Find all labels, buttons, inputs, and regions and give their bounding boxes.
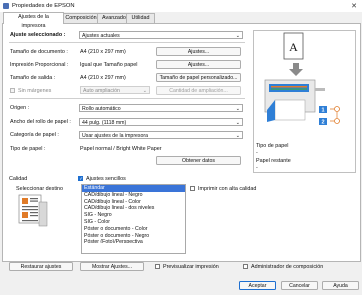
tab-strip: Ajustes de la impresora Composición Avan… <box>3 12 203 29</box>
tab-printer-settings[interactable]: Ajustes de la impresora <box>3 12 64 29</box>
paper-category-label: Categoría de papel : <box>10 132 59 138</box>
paper-category-value: Usar ajustes de la impresora <box>82 133 149 139</box>
list-item[interactable]: Estándar <box>82 185 185 192</box>
layout-manager-checkbox[interactable] <box>243 264 248 269</box>
tab-label: Ajustes de la impresora <box>18 14 49 29</box>
ok-button[interactable]: Aceptar <box>239 281 276 290</box>
document-letter: A <box>289 40 298 54</box>
paper-remaining-dash: - <box>256 165 258 171</box>
chevron-down-icon: ⌄ <box>235 106 240 112</box>
high-quality-checkbox[interactable] <box>190 186 195 191</box>
get-info-button[interactable]: Obtener datos <box>156 156 241 165</box>
list-item[interactable]: SIG - Negro <box>82 212 185 219</box>
paper-source-badge-2: 2 <box>319 118 327 126</box>
list-item[interactable]: CAD/dibujo lineal - dos niveles <box>82 205 185 212</box>
source-select[interactable]: Rollo automático ⌄ <box>79 104 243 112</box>
paper-source-badge-1: 1 <box>319 106 327 114</box>
proportional-value: Igual que Tamaño papel <box>80 62 138 68</box>
roll-width-value: 44 pulg. (1118 mm) <box>82 120 127 126</box>
borderless-value: Auto ampliación <box>83 88 120 94</box>
roll-status-icon <box>334 106 340 112</box>
chevron-down-icon: ⌄ <box>235 120 240 126</box>
list-item[interactable]: Póster (Foto)/Perspectiva <box>82 239 185 243</box>
enlargement-amount-button[interactable]: Cantidad de ampliación... <box>156 86 241 95</box>
quality-group-label: Calidad <box>9 176 28 182</box>
preview-graphics: A 1 2 <box>264 32 340 126</box>
arrow-down-icon <box>289 63 303 76</box>
chevron-down-icon: ⌄ <box>235 133 240 139</box>
restore-defaults-button[interactable]: Restaurar ajustes <box>9 262 73 271</box>
list-item[interactable]: CAD/dibujo lineal - Color <box>82 199 185 206</box>
borderless-checkbox[interactable] <box>10 88 15 93</box>
list-item[interactable]: Póster o documento - Color <box>82 226 185 233</box>
title-bar: Propiedades de EPSON ✕ <box>0 0 362 12</box>
tab-layout[interactable]: Composición <box>60 13 102 23</box>
borderless-label: Sin márgenes <box>18 88 52 94</box>
paper-type-value: Papel normal / Bright White Paper <box>80 146 162 152</box>
list-item[interactable]: Póster o documento - Negro <box>82 233 185 240</box>
simple-settings-label: Ajustes sencillos <box>86 176 126 182</box>
tab-utility[interactable]: Utilidad <box>126 13 155 23</box>
roll-width-label: Ancho del rollo de papel : <box>10 119 71 125</box>
source-value: Rollo automático <box>82 106 121 112</box>
high-quality-label: Imprimir con alta calidad <box>198 186 257 192</box>
proportional-settings-button[interactable]: Ajustes... <box>156 60 241 69</box>
paper-remaining-caption: Papel restante <box>256 158 291 164</box>
list-item[interactable]: CAD/dibujo lineal - Negro <box>82 192 185 199</box>
badge-1-text: 1 <box>321 108 324 114</box>
list-item[interactable]: SIG - Color <box>82 219 185 226</box>
select-destination-label: Seleccionar destino <box>16 186 64 192</box>
doc-size-value: A4 (210 x 297 mm) <box>80 49 126 55</box>
divider <box>9 42 245 43</box>
print-preview-checkbox[interactable] <box>155 264 160 269</box>
paper-category-select[interactable]: Usar ajustes de la impresora ⌄ <box>79 131 243 139</box>
output-size-value: A4 (210 x 297 mm) <box>80 75 126 81</box>
divider <box>9 98 245 99</box>
borderless-select[interactable]: Auto ampliación ⌄ <box>80 86 150 94</box>
chevron-down-icon: ⌄ <box>235 33 240 39</box>
preset-select[interactable]: Ajustes actuales ⌄ <box>79 31 243 39</box>
close-icon[interactable]: ✕ <box>351 2 357 10</box>
cut-status-icon <box>334 118 340 124</box>
proportional-label: Impresión Proporcional : <box>10 62 69 68</box>
tab-label: Composición <box>65 15 97 21</box>
paper-type-caption: Tipo de papel <box>256 143 289 149</box>
printer-icon <box>264 79 325 122</box>
preset-label: Ajuste seleccionado : <box>10 32 66 38</box>
doc-size-label: Tamaño de documento : <box>10 49 68 55</box>
source-label: Origen : <box>10 105 30 111</box>
preset-value: Ajustes actuales <box>82 33 120 39</box>
output-size-label: Tamaño de salida : <box>10 75 56 81</box>
doc-size-settings-button[interactable]: Ajustes... <box>156 47 241 56</box>
document-thumbnail-icon <box>18 194 48 227</box>
paper-type-dash: - <box>256 150 258 156</box>
print-preview-label: Previsualizar impresión <box>163 264 219 270</box>
tab-label: Avanzado <box>102 15 126 21</box>
cancel-button[interactable]: Cancelar <box>281 281 318 290</box>
badge-2-text: 2 <box>321 120 324 126</box>
status-connector <box>330 108 338 122</box>
roll-width-select[interactable]: 44 pulg. (1118 mm) ⌄ <box>79 118 243 126</box>
layout-manager-label: Administrador de composición <box>251 264 324 270</box>
window-title: Propiedades de EPSON <box>12 2 75 9</box>
help-button[interactable]: Ayuda <box>322 281 359 290</box>
simple-settings-checkbox[interactable] <box>78 176 83 182</box>
tab-label: Utilidad <box>131 15 150 21</box>
printer-app-icon <box>3 2 9 9</box>
quality-listbox[interactable]: Estándar CAD/dibujo lineal - Negro CAD/d… <box>81 184 186 254</box>
custom-paper-size-button[interactable]: Tamaño de papel personalizado... <box>156 73 241 82</box>
show-settings-button[interactable]: Mostrar Ajustes... <box>80 262 144 271</box>
paper-type-label: Tipo de papel : <box>10 146 46 152</box>
chevron-down-icon: ⌄ <box>142 88 147 94</box>
